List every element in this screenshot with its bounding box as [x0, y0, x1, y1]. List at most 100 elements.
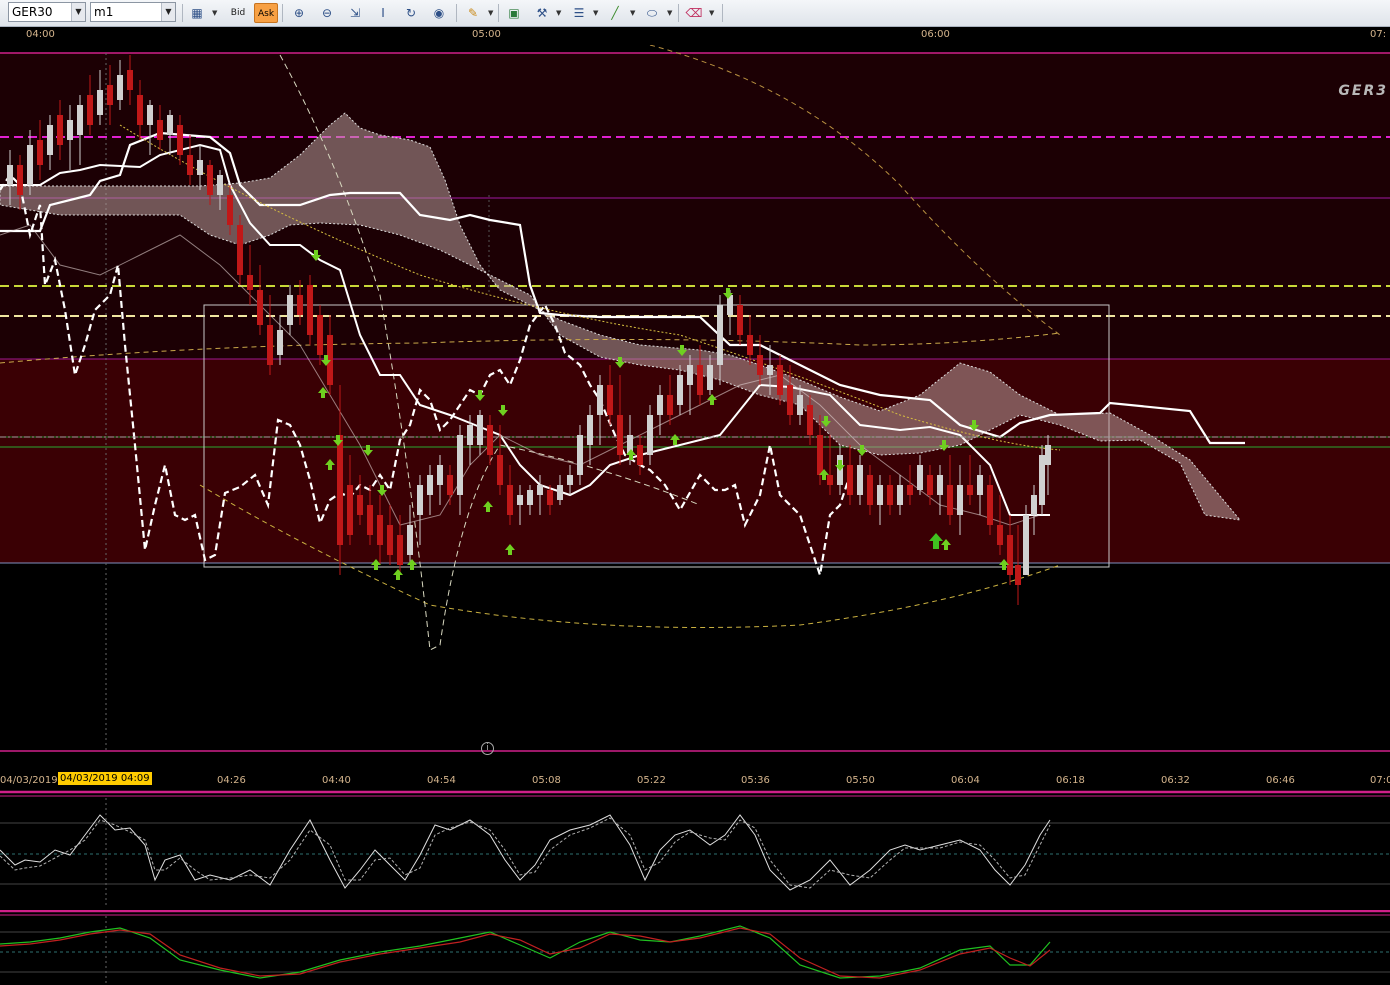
chevron-down-icon[interactable]: ▼ [667, 9, 672, 17]
pencil-icon[interactable]: ✎ [462, 3, 484, 23]
toolbar-separator [678, 4, 679, 22]
fit-icon[interactable]: ⇲ [344, 3, 366, 23]
bottom-axis-tick: 06:18 [1056, 775, 1085, 786]
candle-body [667, 395, 673, 415]
buy-arrow-icon [393, 569, 403, 580]
candle-body [1007, 535, 1013, 575]
refresh-icon[interactable]: ↻ [400, 3, 422, 23]
candle-body [387, 525, 393, 555]
momentum-panel[interactable] [0, 909, 1390, 985]
top-axis-tick: 07: [1370, 29, 1387, 40]
candle-body [967, 485, 973, 495]
momentum-canvas[interactable] [0, 909, 1390, 985]
bottom-axis-tick: 05:22 [637, 775, 666, 786]
candle-body [907, 485, 913, 495]
candle-body [47, 125, 53, 155]
candle-body [827, 475, 833, 485]
zoom-in-icon[interactable]: ⊕ [288, 3, 310, 23]
bottom-axis-tick: 04:26 [217, 775, 246, 786]
candle-body [37, 140, 43, 165]
candle-body [377, 515, 383, 545]
candle-body [487, 425, 493, 455]
candle-body [987, 485, 993, 525]
chevron-down-icon[interactable]: ▼ [556, 9, 561, 17]
candle-body [707, 365, 713, 390]
candle-body [567, 475, 573, 485]
info-icon[interactable]: i [481, 742, 494, 755]
trading-app: GER30 ▼ m1 ▼ ▦ ▼ Bid Ask ⊕ ⊖ ⇲ Ⅰ ↻ ◉ ✎ ▼… [0, 0, 1390, 985]
candle-body [1031, 495, 1037, 515]
candle-body [537, 485, 543, 495]
candle-body [317, 315, 323, 355]
price-chart-canvas[interactable] [0, 45, 1390, 757]
top-axis-tick: 06:00 [921, 29, 950, 40]
candle-body [517, 495, 523, 505]
candle-body [67, 120, 73, 140]
candle-body [757, 355, 763, 375]
globe-icon[interactable]: ◉ [428, 3, 450, 23]
bottom-axis-tick: 05:36 [741, 775, 770, 786]
stochastic-canvas[interactable] [0, 790, 1390, 910]
candle-body [637, 445, 643, 465]
zoom-out-icon[interactable]: ⊖ [316, 3, 338, 23]
trendline-icon[interactable]: ╱ [604, 3, 626, 23]
chevron-down-icon[interactable]: ▼ [71, 3, 85, 21]
eraser-icon[interactable]: ⌫ [683, 3, 705, 23]
toolbar-separator [722, 4, 723, 22]
image-icon[interactable]: ▣ [503, 3, 525, 23]
bottom-axis-tick: 04:54 [427, 775, 456, 786]
toolbar-separator [282, 4, 283, 22]
candle-body [167, 115, 173, 135]
candle-body [1039, 455, 1045, 505]
top-time-axis: 04:00 05:00 06:00 07: [0, 27, 1390, 45]
candle-body [497, 455, 503, 485]
symbol-select[interactable]: GER30 ▼ [8, 2, 86, 22]
candle-body [357, 495, 363, 515]
stochastic-panel[interactable] [0, 790, 1390, 910]
chevron-down-icon[interactable]: ▼ [488, 9, 493, 17]
candle-body [457, 435, 463, 495]
shape-icon[interactable]: ⬭ [641, 3, 663, 23]
indicator-icon[interactable]: Ⅰ [372, 3, 394, 23]
price-chart[interactable]: GER3 i [0, 45, 1390, 757]
candle-body [657, 395, 663, 415]
candle-body [787, 385, 793, 415]
lines-icon[interactable]: ☰ [568, 3, 590, 23]
candle-body [477, 415, 483, 445]
candle-body [767, 365, 773, 375]
bottom-axis-tick: 06:46 [1266, 775, 1295, 786]
chevron-down-icon[interactable]: ▼ [212, 9, 217, 17]
candle-body [187, 155, 193, 175]
candle-body [957, 485, 963, 515]
candle-body [677, 375, 683, 405]
candle-body [417, 485, 423, 515]
chevron-down-icon[interactable]: ▼ [630, 9, 635, 17]
chevron-down-icon[interactable]: ▼ [593, 9, 598, 17]
ask-button[interactable]: Ask [254, 3, 278, 23]
candle-body [217, 175, 223, 195]
candle-body [427, 475, 433, 495]
candle-body [867, 475, 873, 505]
cursor-time-label: 04/03/2019 04:09 [58, 772, 152, 785]
candle-body [927, 475, 933, 495]
chevron-down-icon[interactable]: ▼ [709, 9, 714, 17]
candle-body [937, 475, 943, 495]
top-axis-tick: 04:00 [26, 29, 55, 40]
tools-icon[interactable]: ⚒ [531, 3, 553, 23]
symbol-watermark: GER3 [1338, 83, 1388, 99]
candle-body [577, 435, 583, 475]
candle-body [207, 165, 213, 195]
toolbar-separator [182, 4, 183, 22]
chevron-down-icon[interactable]: ▼ [161, 3, 175, 21]
timeframe-select[interactable]: m1 ▼ [90, 2, 176, 22]
candle-body [647, 415, 653, 455]
candle-body [1023, 515, 1029, 575]
bottom-axis-tick: 06:04 [951, 775, 980, 786]
toolbar-separator [456, 4, 457, 22]
timeframe-value: m1 [94, 5, 114, 19]
candle-body [137, 95, 143, 125]
candle-body [57, 115, 63, 145]
chart-type-icon[interactable]: ▦ [186, 3, 208, 23]
bid-button[interactable]: Bid [226, 3, 250, 23]
candle-body [277, 330, 283, 355]
